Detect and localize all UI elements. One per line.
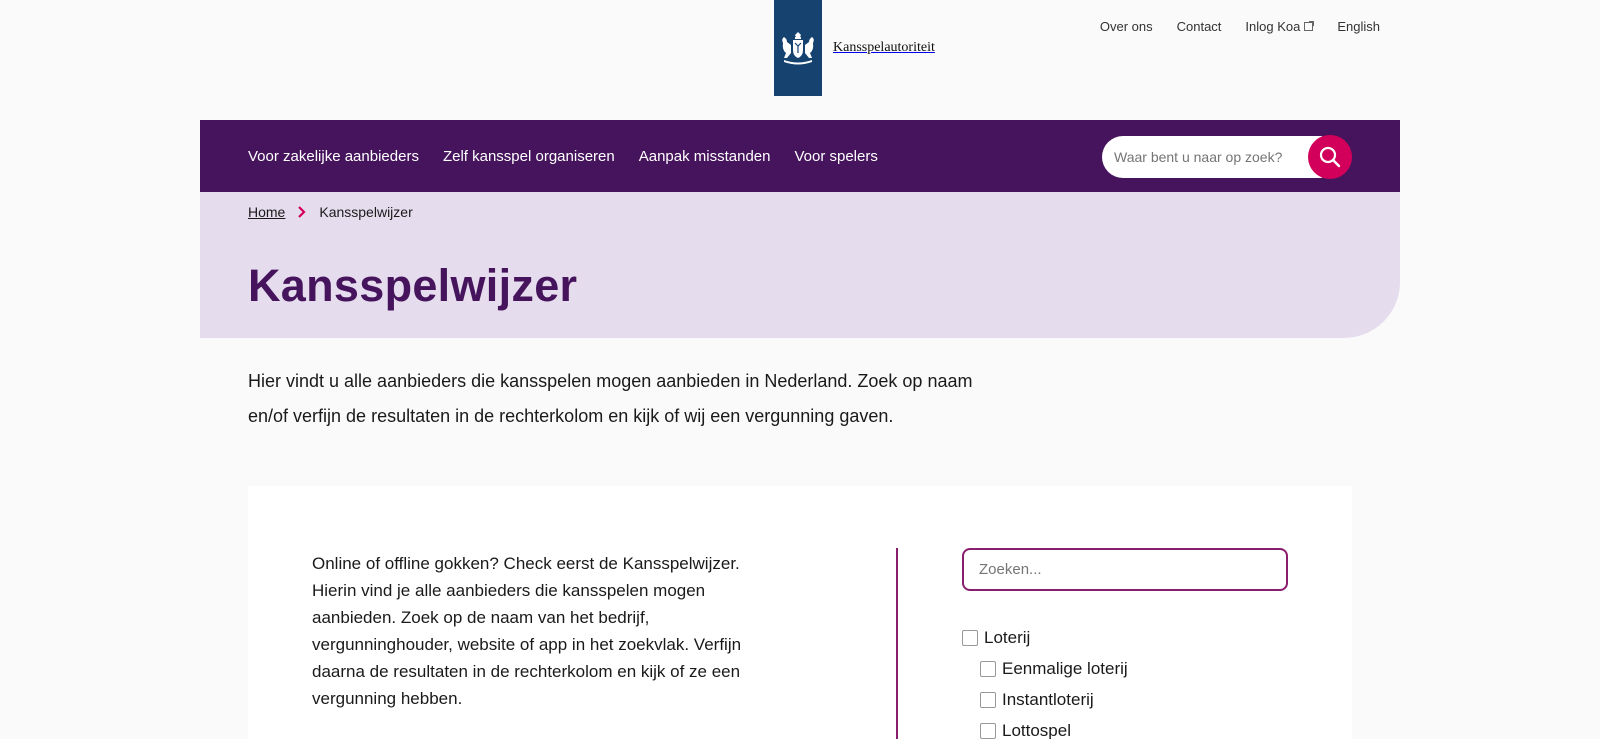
utility-nav: Over ons Contact Inlog Koa English — [1100, 19, 1380, 34]
nav-item-zelf-kansspel-organiseren[interactable]: Zelf kansspel organiseren — [443, 148, 615, 165]
breadcrumb-home[interactable]: Home — [248, 204, 285, 220]
filter-label: Eenmalige loterij — [1002, 658, 1128, 678]
filter-search-input[interactable] — [962, 548, 1288, 591]
page-header: Home Kansspelwijzer Kansspelwijzer — [200, 192, 1400, 338]
checkbox[interactable] — [962, 629, 978, 646]
kansspelwijzer-card: Online of offline gokken? Check eerst de… — [248, 486, 1352, 739]
divider — [896, 548, 898, 739]
nav-item-voor-spelers[interactable]: Voor spelers — [794, 148, 877, 165]
link-over-ons[interactable]: Over ons — [1100, 19, 1153, 34]
logo-name: Kansspelautoriteit — [833, 40, 935, 55]
search-icon — [1319, 146, 1341, 168]
breadcrumb: Home Kansspelwijzer — [248, 204, 413, 220]
logo[interactable]: Kansspelautoriteit — [774, 0, 935, 96]
main-nav-items: Voor zakelijke aanbieders Zelf kansspel … — [248, 148, 878, 165]
chevron-right-icon — [297, 206, 307, 218]
main-nav: Voor zakelijke aanbieders Zelf kansspel … — [200, 120, 1400, 192]
filter-label: Lottospel — [1002, 720, 1071, 739]
external-link-icon — [1304, 21, 1315, 31]
checkbox[interactable] — [980, 660, 996, 677]
site-search-input[interactable] — [1102, 136, 1322, 178]
intro-text: Hier vindt u alle aanbieders die kansspe… — [248, 371, 973, 426]
nav-item-zakelijke-aanbieders[interactable]: Voor zakelijke aanbieders — [248, 148, 419, 165]
filter-list: Loterij Eenmalige loterij Instantloterij… — [962, 622, 1128, 739]
link-inlog-koa-label: Inlog Koa — [1245, 19, 1301, 34]
crest-icon — [774, 0, 822, 96]
checkbox[interactable] — [980, 722, 996, 739]
filter-eenmalige-loterij[interactable]: Eenmalige loterij — [962, 653, 1128, 684]
filter-lottospel[interactable]: Lottospel — [962, 715, 1128, 739]
link-english[interactable]: English — [1337, 19, 1380, 34]
filter-loterij[interactable]: Loterij — [962, 622, 1128, 653]
card-description: Online of offline gokken? Check eerst de… — [312, 554, 742, 708]
filter-label: Instantloterij — [1002, 689, 1094, 709]
link-inlog-koa[interactable]: Inlog Koa — [1245, 19, 1315, 34]
nav-item-aanpak-misstanden[interactable]: Aanpak misstanden — [639, 148, 771, 165]
site-search-button[interactable] — [1308, 135, 1352, 179]
page-title: Kansspelwijzer — [248, 260, 578, 311]
filter-label: Loterij — [984, 627, 1031, 647]
breadcrumb-current: Kansspelwijzer — [319, 204, 413, 220]
checkbox[interactable] — [980, 691, 996, 708]
filter-instantloterij[interactable]: Instantloterij — [962, 684, 1128, 715]
site-search — [1102, 135, 1352, 179]
link-contact[interactable]: Contact — [1177, 19, 1222, 34]
